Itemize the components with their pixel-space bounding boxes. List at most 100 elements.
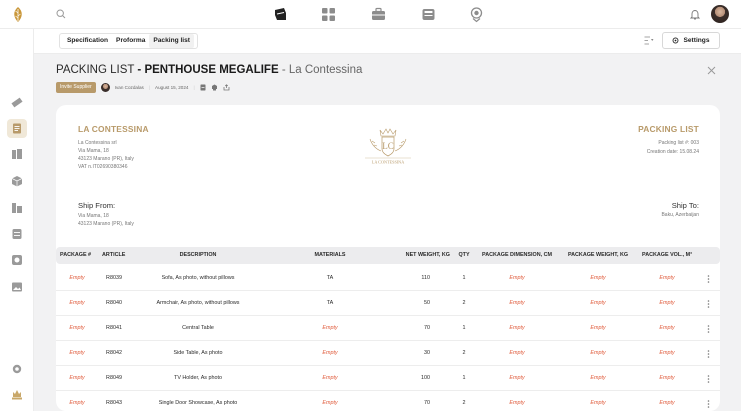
cell-package[interactable]: Empty — [69, 391, 84, 411]
cell-materials[interactable]: TA — [327, 266, 334, 291]
print-icon[interactable] — [211, 84, 218, 91]
cell-article[interactable]: R8039 — [106, 266, 122, 291]
cell-package[interactable]: Empty — [69, 266, 84, 291]
table-row[interactable]: Empty R8043 Single Door Showcase, As photo… — [56, 391, 720, 411]
cell-materials[interactable]: TA — [327, 291, 334, 316]
cell-qty[interactable]: 2 — [463, 391, 466, 411]
brand-icon[interactable] — [10, 387, 24, 401]
image-icon[interactable] — [11, 281, 23, 293]
cell-package[interactable]: Empty — [69, 366, 84, 391]
cell-volume[interactable]: Empty — [659, 391, 674, 411]
cell-volume[interactable]: Empty — [659, 316, 674, 341]
cell-materials[interactable]: Empty — [322, 366, 337, 391]
cell-volume[interactable]: Empty — [659, 266, 674, 291]
cell-package[interactable]: Empty — [69, 291, 84, 316]
cell-article[interactable]: R8043 — [106, 391, 122, 411]
cell-weight[interactable]: Empty — [590, 291, 605, 316]
cell-article[interactable]: R8040 — [106, 291, 122, 316]
user-avatar[interactable] — [711, 5, 729, 23]
cell-description[interactable]: Side Table, As photo — [173, 341, 222, 366]
cell-article[interactable]: R8042 — [106, 341, 122, 366]
cell-qty[interactable]: 2 — [463, 291, 466, 316]
search-icon[interactable] — [56, 9, 66, 19]
cell-dimension[interactable]: Empty — [509, 266, 524, 291]
column-header[interactable]: PACKAGE WEIGHT, KG — [568, 247, 628, 264]
cell-article[interactable]: R8041 — [106, 316, 122, 341]
invite-supplier-button[interactable]: Invite Supplier — [56, 81, 96, 93]
cell-article[interactable]: R8049 — [106, 366, 122, 391]
pdf-icon[interactable] — [200, 84, 206, 91]
row-menu-icon[interactable] — [707, 300, 710, 308]
cell-net-weight[interactable]: 70 — [424, 391, 430, 411]
cell-description[interactable]: Sofa, As photo, without pillows — [162, 266, 235, 291]
table-row[interactable]: Empty R8041 Central Table Empty 70 1 Empty Empt… — [56, 316, 720, 341]
cell-dimension[interactable]: Empty — [509, 291, 524, 316]
furniture-icon[interactable] — [272, 6, 289, 23]
box-icon[interactable] — [11, 175, 23, 187]
table-row[interactable]: Empty R8039 Sofa, As photo, without pillow… — [56, 266, 720, 291]
cell-weight[interactable]: Empty — [590, 391, 605, 411]
books-icon[interactable] — [11, 148, 23, 160]
cell-materials[interactable]: Empty — [322, 341, 337, 366]
share-icon[interactable] — [223, 83, 230, 91]
cell-weight[interactable]: Empty — [590, 266, 605, 291]
cell-net-weight[interactable]: 110 — [421, 266, 430, 291]
cell-dimension[interactable]: Empty — [509, 391, 524, 411]
column-header[interactable]: QTY — [458, 247, 469, 264]
filter-icon[interactable] — [644, 36, 654, 45]
column-header[interactable]: ARTICLE — [102, 247, 125, 264]
cell-qty[interactable]: 1 — [463, 266, 466, 291]
tab-proforma[interactable]: Proforma — [112, 34, 149, 48]
leaf-logo-icon[interactable] — [11, 6, 25, 23]
ruler-icon[interactable] — [11, 96, 23, 108]
briefcase-icon[interactable] — [370, 6, 387, 23]
column-header[interactable]: NET WEIGHT, KG — [406, 247, 450, 264]
cell-volume[interactable]: Empty — [659, 341, 674, 366]
cell-dimension[interactable]: Empty — [509, 366, 524, 391]
cell-qty[interactable]: 1 — [463, 366, 466, 391]
row-menu-icon[interactable] — [707, 275, 710, 283]
table-row[interactable]: Empty R8049 TV Holder, As photo Empty 100 1 Em… — [56, 366, 720, 391]
cell-weight[interactable]: Empty — [590, 341, 605, 366]
cell-qty[interactable]: 2 — [463, 341, 466, 366]
row-menu-icon[interactable] — [707, 400, 710, 408]
row-menu-icon[interactable] — [707, 350, 710, 358]
column-header[interactable]: DESCRIPTION — [180, 247, 217, 264]
cell-package[interactable]: Empty — [69, 341, 84, 366]
layers-icon[interactable] — [11, 254, 23, 266]
close-icon[interactable] — [707, 66, 716, 75]
cell-dimension[interactable]: Empty — [509, 316, 524, 341]
archive-icon[interactable] — [11, 228, 23, 240]
row-menu-icon[interactable] — [707, 375, 710, 383]
tab-specification[interactable]: Specification — [63, 34, 112, 48]
catalog-icon[interactable] — [11, 202, 23, 214]
cell-net-weight[interactable]: 50 — [424, 291, 430, 316]
cell-volume[interactable]: Empty — [659, 366, 674, 391]
bell-icon[interactable] — [690, 9, 700, 20]
cell-package[interactable]: Empty — [69, 316, 84, 341]
cell-net-weight[interactable]: 70 — [424, 316, 430, 341]
table-row[interactable]: Empty R8040 Armchair, As photo, without pi… — [56, 291, 720, 316]
settings-button[interactable]: Settings — [662, 32, 720, 49]
row-menu-icon[interactable] — [707, 325, 710, 333]
location-icon[interactable] — [468, 6, 485, 23]
tab-packing-list[interactable]: Packing list — [149, 34, 195, 48]
cell-qty[interactable]: 1 — [463, 316, 466, 341]
cell-description[interactable]: Central Table — [182, 316, 214, 341]
cell-weight[interactable]: Empty — [590, 366, 605, 391]
column-header[interactable]: PACKAGE VOL., M³ — [642, 247, 692, 264]
cell-description[interactable]: Single Door Showcase, As photo — [159, 391, 238, 411]
cell-description[interactable]: TV Holder, As photo — [174, 366, 222, 391]
inbox-icon[interactable] — [420, 6, 437, 23]
column-header[interactable]: PACKAGE DIMENSION, CM — [482, 247, 552, 264]
cell-materials[interactable]: Empty — [322, 316, 337, 341]
cell-description[interactable]: Armchair, As photo, without pillows — [157, 291, 240, 316]
cell-materials[interactable]: Empty — [322, 391, 337, 411]
settings-icon[interactable] — [11, 363, 23, 375]
cell-dimension[interactable]: Empty — [509, 341, 524, 366]
cell-volume[interactable]: Empty — [659, 291, 674, 316]
column-header[interactable]: MATERIALS — [314, 247, 345, 264]
table-row[interactable]: Empty R8042 Side Table, As photo Empty 30 2 Em… — [56, 341, 720, 366]
grid-icon[interactable] — [320, 6, 337, 23]
cell-net-weight[interactable]: 30 — [424, 341, 430, 366]
